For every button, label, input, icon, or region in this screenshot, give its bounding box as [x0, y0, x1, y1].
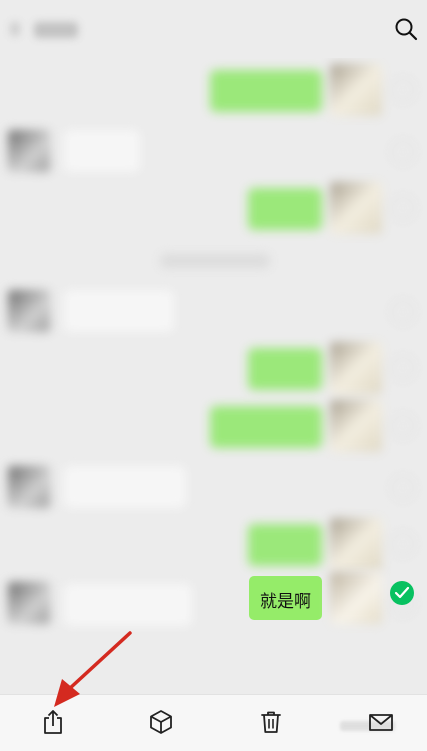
message-bubble: [210, 70, 322, 112]
avatar: [330, 400, 382, 452]
select-checkbox[interactable]: [391, 476, 415, 500]
select-checkbox[interactable]: [391, 300, 415, 324]
select-checkbox[interactable]: [391, 78, 415, 102]
message-bubble: [248, 524, 322, 566]
select-checkbox[interactable]: [391, 532, 415, 556]
search-icon: [395, 18, 418, 41]
avatar: [330, 572, 382, 624]
message-bubble: [248, 188, 322, 230]
checkmark-icon: [394, 586, 410, 599]
select-checkbox[interactable]: [391, 196, 415, 220]
avatar: [330, 518, 382, 570]
select-checkbox-checked[interactable]: [390, 581, 414, 605]
select-checkbox[interactable]: [391, 140, 415, 164]
avatar: [8, 466, 50, 508]
message-bubble: [64, 130, 140, 172]
message-bubble: [64, 290, 174, 332]
back-button[interactable]: [10, 20, 80, 40]
message-bubble: [248, 348, 322, 390]
selected-message-bubble[interactable]: 就是啊: [249, 576, 322, 620]
top-bar: [0, 0, 427, 58]
message-bubble: [64, 584, 192, 626]
chevron-left-icon: [10, 22, 20, 36]
multi-select-toolbar: [0, 694, 427, 751]
select-checkbox[interactable]: [391, 414, 415, 438]
avatar: [8, 290, 50, 332]
avatar: [330, 342, 382, 394]
box-icon: [150, 710, 172, 734]
avatar: [330, 64, 382, 116]
message-row[interactable]: [0, 58, 427, 128]
favorite-button[interactable]: [146, 707, 176, 737]
trash-icon: [261, 711, 281, 733]
share-icon: [44, 710, 62, 734]
message-bubble: [64, 466, 186, 508]
chat-title-blurred: [34, 22, 78, 38]
mail-icon: [369, 714, 393, 731]
delete-button[interactable]: [256, 707, 286, 737]
message-text: 就是啊: [260, 592, 311, 612]
message-row[interactable]: [0, 178, 427, 248]
avatar: [8, 130, 50, 172]
avatar: [330, 182, 382, 234]
search-button[interactable]: [393, 16, 419, 42]
select-checkbox[interactable]: [391, 356, 415, 380]
avatar: [8, 582, 50, 624]
message-bubble: [210, 406, 322, 448]
email-button[interactable]: [366, 707, 396, 737]
share-button[interactable]: [38, 707, 68, 737]
timestamp: [160, 254, 270, 268]
